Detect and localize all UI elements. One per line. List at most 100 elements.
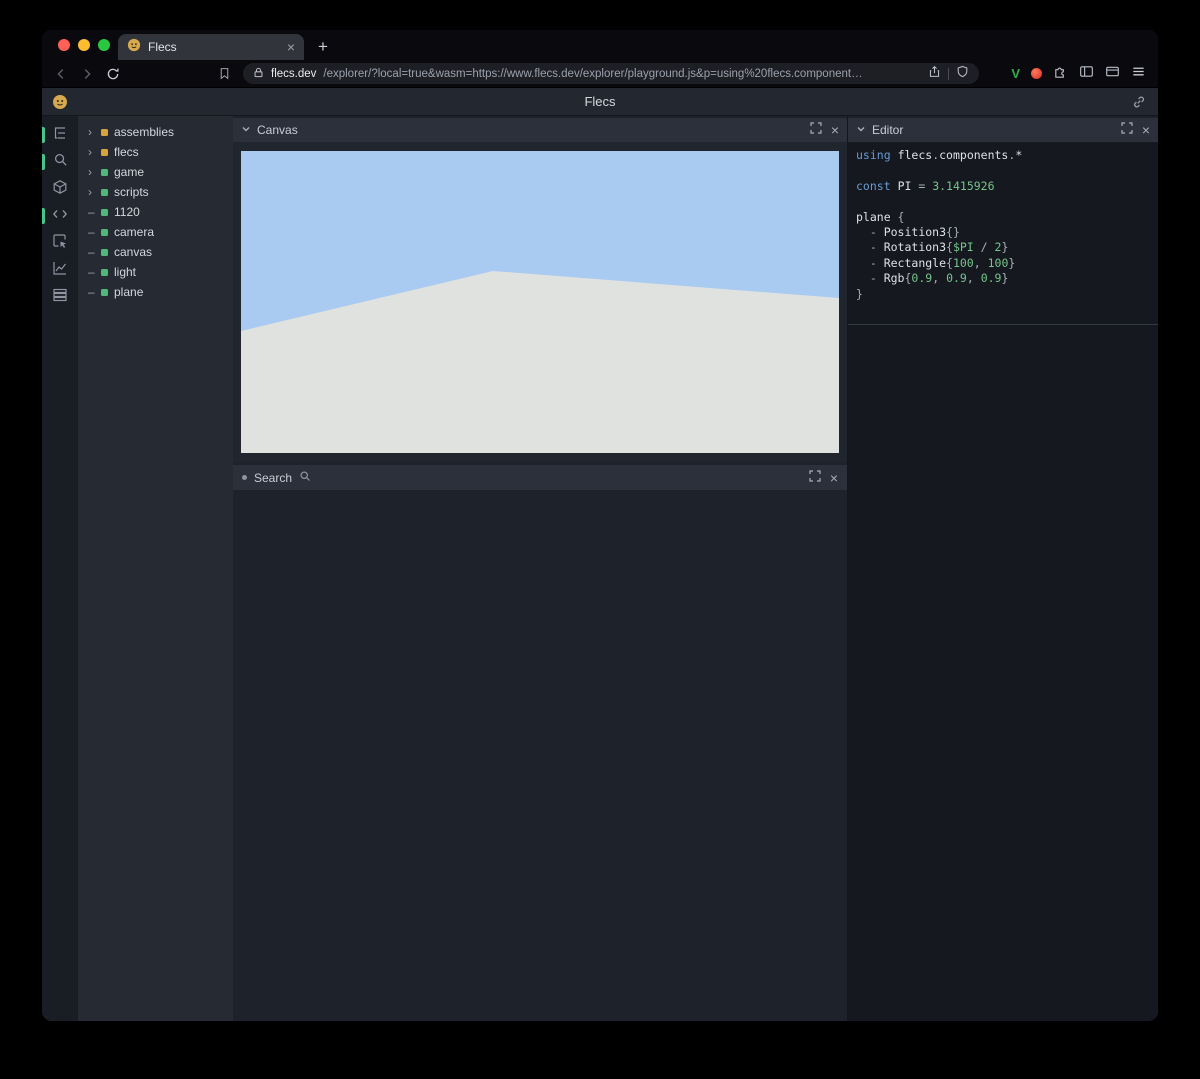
tree-expander-icon[interactable]: › bbox=[88, 145, 101, 159]
search-panel-header: Search × bbox=[233, 465, 847, 490]
tree-item-flecs[interactable]: ›flecs bbox=[78, 142, 233, 162]
code-line: plane { bbox=[856, 210, 1150, 225]
tree-expander-icon[interactable]: – bbox=[88, 205, 101, 219]
tree-item-label: camera bbox=[114, 225, 154, 239]
share-link-icon[interactable] bbox=[1132, 95, 1146, 114]
tree-item-canvas[interactable]: –canvas bbox=[78, 242, 233, 262]
entity-color-swatch bbox=[101, 169, 108, 176]
search-icon bbox=[299, 469, 311, 487]
sidebar-button-tables[interactable] bbox=[42, 285, 78, 309]
shield-icon[interactable] bbox=[956, 65, 969, 83]
chevron-down-icon[interactable] bbox=[856, 121, 866, 139]
sidebar-button-scene-cube[interactable] bbox=[42, 177, 78, 201]
back-button[interactable] bbox=[54, 67, 68, 81]
scene-render bbox=[241, 151, 839, 453]
entity-color-swatch bbox=[101, 289, 108, 296]
main-column: Canvas × Search bbox=[233, 116, 847, 1021]
entity-color-swatch bbox=[101, 189, 108, 196]
bookmark-icon[interactable] bbox=[218, 67, 231, 80]
editor-divider bbox=[848, 324, 1158, 325]
tree-item-plane[interactable]: –plane bbox=[78, 282, 233, 302]
entity-color-swatch bbox=[101, 129, 108, 136]
app-header: Flecs bbox=[42, 88, 1158, 116]
app-content: ›assemblies›flecs›game›scripts–1120–came… bbox=[42, 116, 1158, 1021]
chevron-down-icon[interactable] bbox=[241, 121, 251, 139]
search-header-actions: × bbox=[809, 469, 838, 487]
entity-tree-panel: ›assemblies›flecs›game›scripts–1120–came… bbox=[78, 116, 233, 1021]
main-empty-area bbox=[233, 490, 847, 1021]
wallet-card-icon[interactable] bbox=[1105, 64, 1120, 84]
tree-item-light[interactable]: –light bbox=[78, 262, 233, 282]
close-icon[interactable]: × bbox=[831, 123, 839, 137]
code-line: - Rotation3{$PI / 2} bbox=[856, 240, 1150, 255]
tree-item-label: 1120 bbox=[114, 205, 140, 219]
expand-icon[interactable] bbox=[809, 469, 821, 487]
tree-expander-icon[interactable]: › bbox=[88, 125, 101, 139]
sidebar-button-statistics[interactable] bbox=[42, 258, 78, 282]
reload-button[interactable] bbox=[106, 67, 120, 81]
toolbar-extensions: V bbox=[1011, 64, 1146, 84]
expand-icon[interactable] bbox=[1121, 121, 1133, 139]
search-panel-label[interactable]: Search bbox=[254, 471, 292, 485]
tree-item-game[interactable]: › game bbox=[78, 162, 233, 182]
extensions-puzzle-icon[interactable] bbox=[1053, 64, 1068, 84]
browser-tab[interactable]: Flecs × bbox=[118, 34, 304, 60]
canvas-header-actions: × bbox=[810, 121, 839, 139]
page-title: Flecs bbox=[42, 88, 1158, 115]
tab-close-icon[interactable]: × bbox=[287, 40, 295, 54]
menu-hamburger-icon[interactable] bbox=[1131, 64, 1146, 84]
tree-expander-icon[interactable]: › bbox=[88, 165, 101, 179]
tree-item-assemblies[interactable]: › assemblies bbox=[78, 122, 233, 142]
tree-item-label: light bbox=[114, 265, 136, 279]
canvas-panel-header: Canvas × bbox=[233, 118, 847, 142]
zoom-window-button[interactable] bbox=[98, 39, 110, 51]
tree-expander-icon[interactable]: – bbox=[88, 285, 101, 299]
code-line: - Rectangle{100, 100} bbox=[856, 256, 1150, 271]
share-icon[interactable] bbox=[928, 65, 941, 83]
code-editor[interactable]: using flecs.components.* const PI = 3.14… bbox=[848, 142, 1158, 1021]
forward-button[interactable] bbox=[80, 67, 94, 81]
active-indicator bbox=[42, 127, 45, 143]
tree-item-label: plane bbox=[114, 285, 143, 299]
entity-color-swatch bbox=[101, 269, 108, 276]
expand-icon[interactable] bbox=[810, 121, 822, 139]
close-window-button[interactable] bbox=[58, 39, 70, 51]
extension-badge-icon[interactable] bbox=[1031, 68, 1042, 79]
tree-item-scripts[interactable]: ›scripts bbox=[78, 182, 233, 202]
sidebar-button-script-editor[interactable] bbox=[42, 204, 78, 228]
bullet-icon bbox=[242, 475, 247, 480]
minimize-window-button[interactable] bbox=[78, 39, 90, 51]
code-line bbox=[856, 194, 1150, 209]
entity-color-swatch bbox=[101, 249, 108, 256]
tree-expander-icon[interactable]: – bbox=[88, 245, 101, 259]
tree-expander-icon[interactable]: – bbox=[88, 265, 101, 279]
tree-expander-icon[interactable]: › bbox=[88, 185, 101, 199]
tree-item-camera[interactable]: –camera bbox=[78, 222, 233, 242]
entity-tree-icon bbox=[52, 125, 68, 146]
editor-panel: Editor × using flecs.components.* const … bbox=[847, 116, 1158, 1021]
close-icon[interactable]: × bbox=[1142, 123, 1150, 137]
sidebar-button-inspector[interactable] bbox=[42, 231, 78, 255]
code-line bbox=[856, 163, 1150, 178]
tree-item-label: game bbox=[114, 165, 144, 179]
tree-item-label: assemblies bbox=[114, 125, 174, 139]
tree-item-1120[interactable]: –1120 bbox=[78, 202, 233, 222]
address-bar[interactable]: flecs.dev /explorer/?local=true&wasm=htt… bbox=[243, 63, 979, 84]
tree-expander-icon[interactable]: – bbox=[88, 225, 101, 239]
sidebar-button-entity-tree[interactable] bbox=[42, 123, 78, 147]
new-tab-button[interactable]: + bbox=[318, 34, 328, 60]
code-line: - Position3{} bbox=[856, 225, 1150, 240]
extension-v-icon[interactable]: V bbox=[1011, 66, 1020, 81]
canvas-3d-viewport[interactable] bbox=[233, 142, 847, 462]
code-block: using flecs.components.* const PI = 3.14… bbox=[848, 142, 1158, 308]
tab-favicon-flecs-logo-icon bbox=[127, 38, 141, 57]
code-line: using flecs.components.* bbox=[856, 148, 1150, 163]
active-indicator bbox=[42, 208, 45, 224]
close-icon[interactable]: × bbox=[830, 471, 838, 485]
editor-header-actions: × bbox=[1121, 121, 1150, 139]
active-indicator bbox=[42, 154, 45, 170]
entity-tree-list: ›assemblies›flecs›game›scripts–1120–came… bbox=[78, 122, 233, 302]
query-search-icon bbox=[53, 152, 68, 172]
sidebar-toggle-icon[interactable] bbox=[1079, 64, 1094, 84]
sidebar-button-query-search[interactable] bbox=[42, 150, 78, 174]
